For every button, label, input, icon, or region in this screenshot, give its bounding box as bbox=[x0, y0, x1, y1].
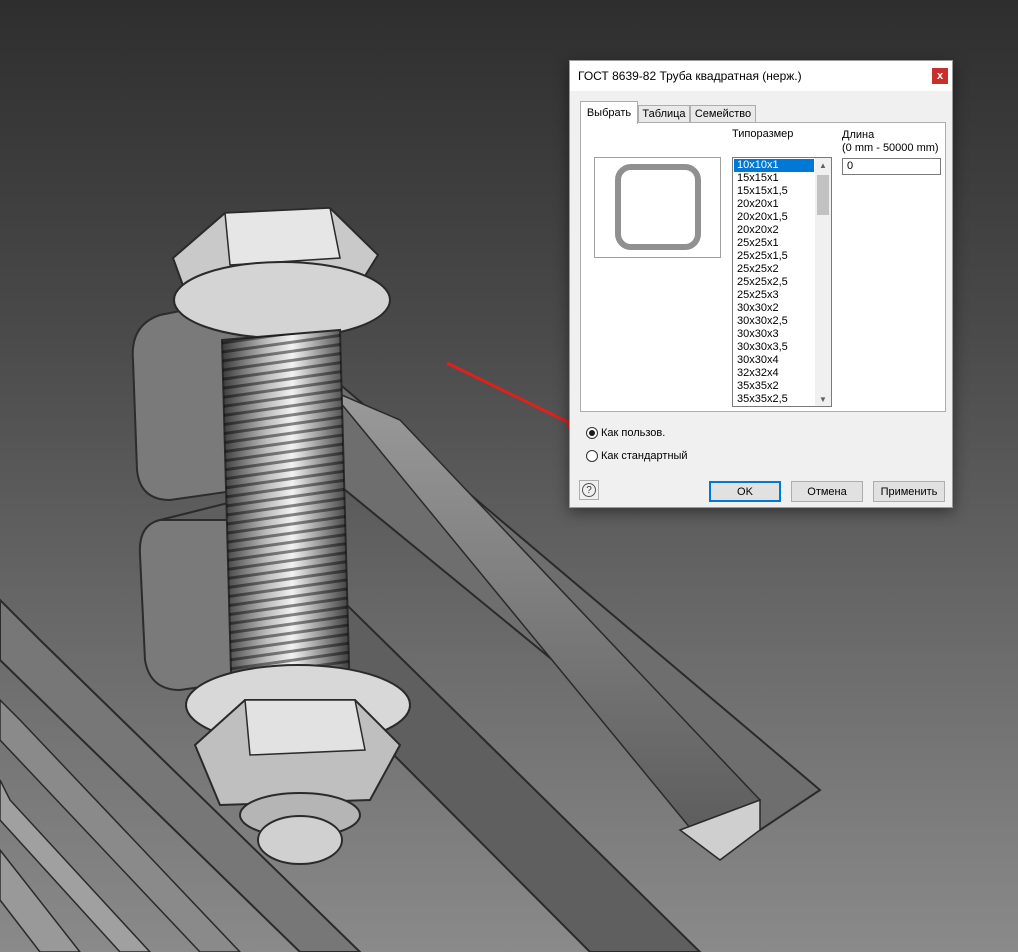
radio-custom[interactable]: Как пользов. bbox=[586, 427, 665, 439]
profile-preview bbox=[594, 157, 721, 258]
select-panel: Типоразмер 10x10x1 15x15x1 15x15x1,5 20x20x… bbox=[580, 122, 946, 412]
chevron-up-icon[interactable]: ▲ bbox=[815, 158, 831, 172]
size-list-item[interactable]: 25x25x2,5 bbox=[734, 276, 814, 289]
pipe-dialog: ГОСТ 8639-82 Труба квадратная (нерж.) x … bbox=[569, 60, 953, 508]
radio-standard-circle[interactable] bbox=[586, 450, 598, 462]
size-list-item[interactable]: 30x30x3,5 bbox=[734, 341, 814, 354]
size-list-item[interactable]: 30x30x3 bbox=[734, 328, 814, 341]
length-range-label: (0 mm - 50000 mm) bbox=[842, 142, 939, 154]
close-button[interactable]: x bbox=[932, 68, 948, 84]
radio-standard[interactable]: Как стандартный bbox=[586, 450, 688, 462]
scrollbar-thumb[interactable] bbox=[817, 175, 829, 215]
size-list-item[interactable]: 10x10x1 bbox=[734, 159, 814, 172]
length-label: Длина bbox=[842, 129, 875, 141]
radio-custom-circle[interactable] bbox=[586, 427, 598, 439]
size-list-item[interactable]: 25x25x1,5 bbox=[734, 250, 814, 263]
tab-family[interactable]: Семейство bbox=[690, 105, 756, 122]
size-list-item[interactable]: 15x15x1,5 bbox=[734, 185, 814, 198]
size-list-item[interactable]: 30x30x2 bbox=[734, 302, 814, 315]
size-list-item[interactable]: 20x20x2 bbox=[734, 224, 814, 237]
size-list-item[interactable]: 30x30x4 bbox=[734, 354, 814, 367]
size-label: Типоразмер bbox=[732, 128, 794, 140]
tab-table[interactable]: Таблица bbox=[638, 105, 690, 122]
size-list-item[interactable]: 20x20x1,5 bbox=[734, 211, 814, 224]
cancel-button[interactable]: Отмена bbox=[791, 481, 863, 502]
size-list-item[interactable]: 35x35x2,5 bbox=[734, 393, 814, 406]
size-list-item[interactable]: 25x25x1 bbox=[734, 237, 814, 250]
size-list-item[interactable]: 25x25x2 bbox=[734, 263, 814, 276]
help-button[interactable]: ? bbox=[579, 480, 599, 500]
square-tube-icon bbox=[615, 164, 701, 250]
bolt-head bbox=[171, 206, 391, 339]
size-list-item[interactable]: 20x20x1 bbox=[734, 198, 814, 211]
size-list-items: 10x10x1 15x15x1 15x15x1,5 20x20x1 20x20x1,5 2… bbox=[734, 159, 814, 406]
chevron-down-icon[interactable]: ▼ bbox=[815, 392, 831, 406]
radio-standard-label: Как стандартный bbox=[601, 450, 688, 462]
ok-button[interactable]: OK bbox=[709, 481, 781, 502]
tab-select[interactable]: Выбрать bbox=[580, 101, 638, 124]
length-input[interactable]: 0 bbox=[842, 158, 941, 175]
radio-custom-label: Как пользов. bbox=[601, 427, 666, 439]
list-scrollbar[interactable]: ▲ ▼ bbox=[815, 158, 831, 406]
help-icon: ? bbox=[582, 483, 596, 497]
close-icon[interactable]: x bbox=[937, 70, 943, 82]
size-list-item[interactable]: 30x30x2,5 bbox=[734, 315, 814, 328]
size-list-item[interactable]: 32x32x4 bbox=[734, 367, 814, 380]
size-list-item[interactable]: 15x15x1 bbox=[734, 172, 814, 185]
apply-button[interactable]: Применить bbox=[873, 481, 945, 502]
size-list-item[interactable]: 25x25x3 bbox=[734, 289, 814, 302]
dialog-title: ГОСТ 8639-82 Труба квадратная (нерж.) bbox=[578, 69, 802, 83]
size-list-item[interactable]: 35x35x2 bbox=[734, 380, 814, 393]
dialog-titlebar[interactable]: ГОСТ 8639-82 Труба квадратная (нерж.) x bbox=[570, 61, 952, 91]
threaded-rod bbox=[220, 328, 352, 712]
size-listbox[interactable]: 10x10x1 15x15x1 15x15x1,5 20x20x1 20x20x1,5 2… bbox=[732, 157, 832, 407]
